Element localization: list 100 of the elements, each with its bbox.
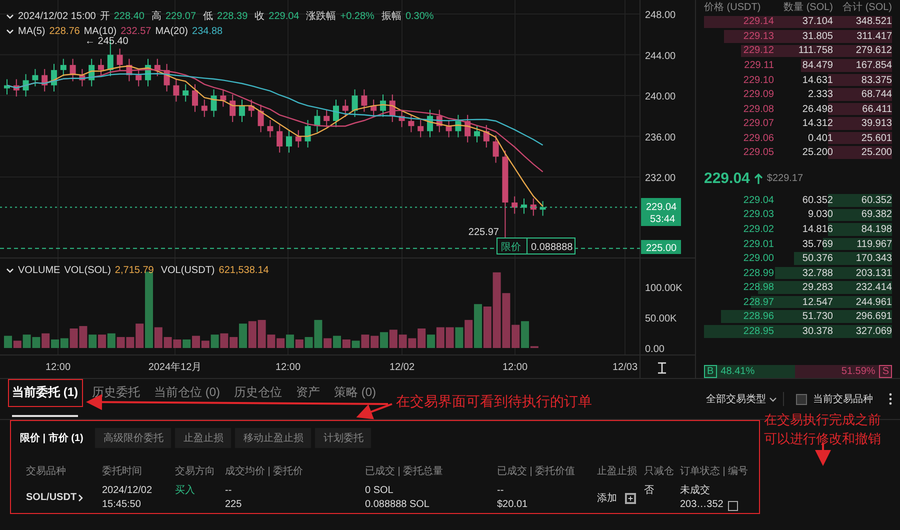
bid-price[interactable]: 229.00 [743,253,774,264]
annotation-text: 在交易界面可看到待执行的订单 [396,393,592,411]
candlestick [239,99,245,123]
ask-amount: 111.758 [798,45,833,56]
order-tab[interactable]: 策略 (0) [334,379,376,417]
collapse-caret-icon[interactable] [6,14,14,18]
ohlc-label: 振幅 [381,10,402,23]
order-type-tab[interactable]: 止盈止损 [175,428,232,448]
bid-total: 232.414 [856,282,892,294]
ma-value: 228.76 [49,26,80,37]
ask-price[interactable]: 229.14 [743,16,774,28]
time-axis-label: 12/03 [612,362,638,373]
candlestick [70,58,76,82]
ohlc-value: 228.40 [114,10,144,22]
column-header: 交易方向 [175,464,215,478]
order-tab[interactable]: 当前仓位 (0) [154,379,220,417]
bid-total: 296.691 [856,311,892,322]
chevron-right-icon[interactable] [78,494,83,502]
candlestick [398,109,405,128]
symbol-cell[interactable]: SOL/USDT [26,491,77,505]
candlestick [258,104,264,133]
ask-total: 348.521 [856,16,892,28]
trade-type-dropdown[interactable]: 全部交易类型 [706,392,784,406]
price-axis-label: 240.00 [645,92,676,103]
ask-price[interactable]: 229.07 [743,118,774,130]
bid-price[interactable]: 228.96 [743,311,774,322]
order-tab[interactable]: 当前委托 (1) [12,379,78,417]
annotation-text: 在交易执行完成之前 可以进行修改和撤销 [764,411,881,448]
collapse-caret-icon[interactable] [6,29,14,34]
reduce-only-cell: 否 [644,484,654,498]
ohlc-value: 229.07 [165,10,196,22]
bid-amount: 60.352 [802,194,833,206]
bid-price[interactable]: 229.04 [743,194,774,206]
order-type-tab[interactable]: 高级限价委托 [95,428,172,448]
bid-price[interactable]: 228.97 [743,296,774,308]
bid-amount: 29.283 [802,282,833,294]
order-tab[interactable]: 历史仓位 [234,379,282,417]
time-axis-label: 2024年12月 [148,362,202,373]
time-axis-label: 12/02 [389,362,415,373]
bid-price[interactable]: 229.01 [743,238,774,250]
time-axis-label: 12:00 [45,362,71,373]
candlestick [145,58,151,87]
volume-axis-label: 50.00K [645,314,677,324]
last-price-tag: 229.04 53:44 [641,198,681,226]
candle-datetime: 2024/12/02 15:00 [18,10,96,22]
bid-price[interactable]: 228.99 [743,268,774,279]
candlestick [361,88,368,112]
ask-total: 279.612 [856,45,892,56]
ask-amount: 84.479 [802,60,833,71]
ask-amount: 26.498 [802,104,833,115]
ask-amount: 31.805 [802,30,833,42]
ask-total: 25.200 [861,147,892,158]
ask-amount: 14.631 [802,74,833,86]
candlestick [530,198,536,216]
ask-price[interactable]: 229.11 [744,60,774,71]
candlestick [173,78,180,102]
checkbox[interactable] [796,394,807,404]
candlestick [333,99,339,128]
bid-price[interactable]: 228.95 [743,326,774,337]
bid-price[interactable]: 229.03 [743,209,774,220]
more-icon[interactable] [889,393,892,405]
ask-price[interactable]: 229.12 [743,45,774,56]
order-type-tab[interactable]: 限价 | 市价 (1) [12,428,92,448]
volume-value: 621,538.14 [218,265,269,276]
candlestick [286,130,292,154]
volume-value: 2,715.79 [114,265,154,276]
buy-share: 48.41% [720,366,755,377]
ask-price[interactable]: 229.08 [743,104,774,115]
order-type-tab[interactable]: 移动止盈止损 [235,428,312,448]
price-axis-label: 244.00 [645,50,676,62]
candlestick [314,109,320,133]
plus-icon[interactable] [625,493,636,504]
add-tpsl-button[interactable]: 添加 [597,491,617,505]
candlestick [446,119,452,138]
volume-bar [276,338,285,348]
candlestick [248,99,254,118]
ma-value: 232.57 [120,26,152,37]
candlestick [154,58,160,77]
collapse-caret-icon[interactable] [6,268,14,273]
order-tab[interactable]: 资产 [296,379,320,417]
limit-order-tag[interactable]: 限价 0.088888 [496,238,576,254]
ask-price[interactable]: 229.13 [743,30,774,42]
scale-handle-icon[interactable] [658,362,666,374]
candlestick [32,68,38,87]
volume-bar [389,330,398,348]
volume-label: VOL(SOL) [64,265,111,276]
column-header: 已成交 | 委托总量 [365,464,444,478]
candlestick [220,88,226,108]
ask-amount: 0.401 [808,132,833,144]
ask-price[interactable]: 229.09 [743,89,774,100]
ask-price[interactable]: 229.10 [743,74,774,86]
volume-bar [182,339,191,348]
annotation-arrow [815,443,831,466]
ask-price[interactable]: 229.06 [743,132,774,144]
bid-price[interactable]: 228.98 [743,282,774,294]
ask-amount: 37.104 [802,16,833,28]
copy-icon[interactable] [728,501,738,511]
bid-price[interactable]: 229.02 [743,224,774,235]
ask-price[interactable]: 229.05 [743,147,774,158]
order-type-tab[interactable]: 计划委托 [315,428,372,448]
